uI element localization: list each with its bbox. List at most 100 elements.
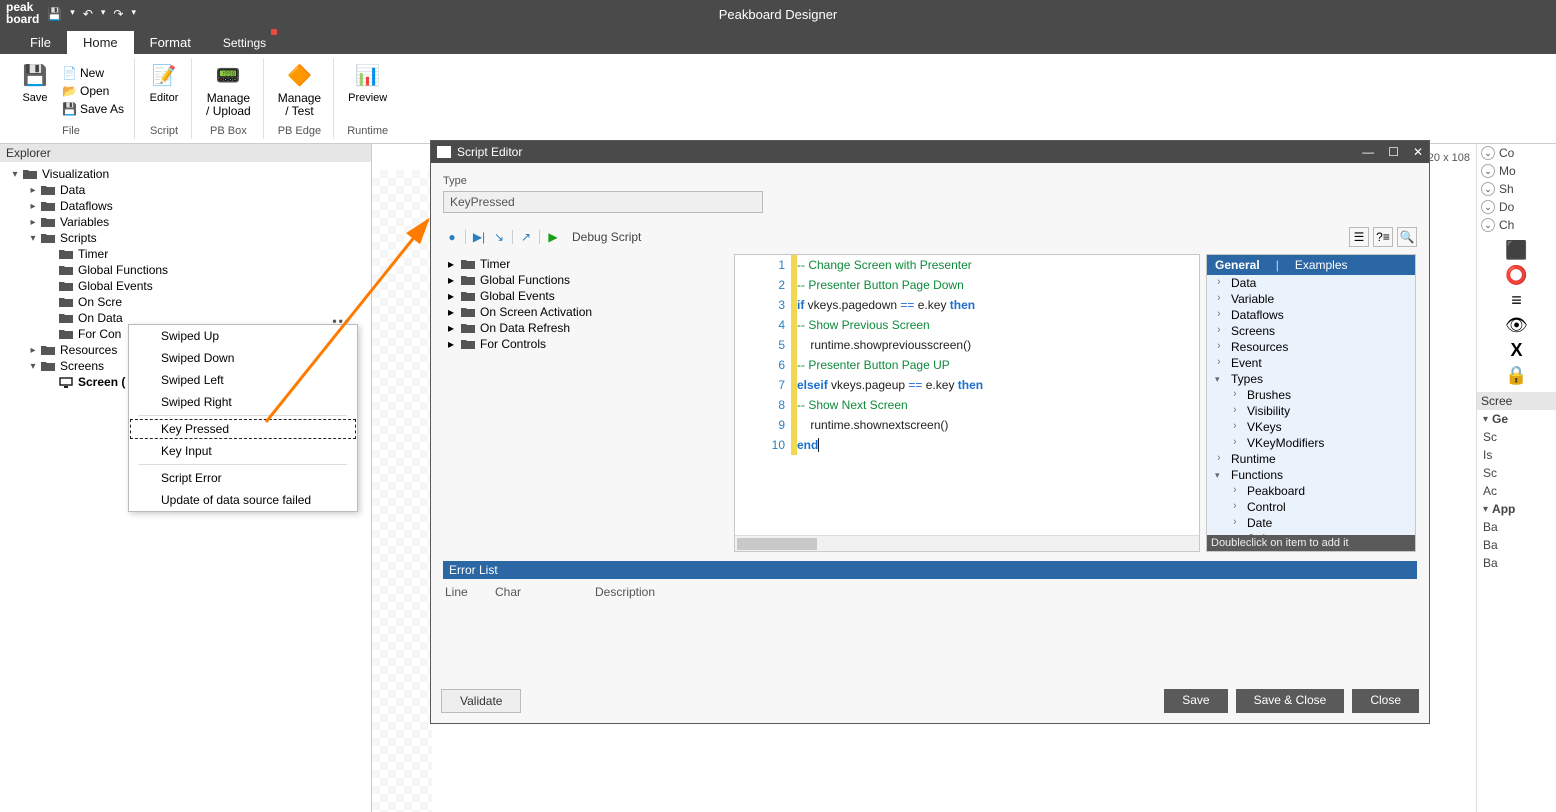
help-tree[interactable]: DataVariableDataflowsScreensResourcesEve… [1207, 275, 1415, 535]
help-tree-item[interactable]: Variable [1207, 291, 1415, 307]
circle-icon[interactable]: ⭕ [1477, 263, 1556, 288]
script-tree[interactable]: ▸Timer▸Global Functions▸Global Events▸On… [444, 254, 734, 552]
dropdown-icon[interactable]: ▾ [131, 7, 136, 21]
save-icon[interactable]: 💾 [47, 7, 62, 21]
dialog-titlebar[interactable]: Script Editor — ☐ ✕ [431, 141, 1429, 163]
manage-test-button[interactable]: 🔶 Manage/ Test [274, 58, 325, 123]
property-row[interactable]: Ba [1477, 554, 1556, 572]
help-tree-item[interactable]: Runtime [1207, 451, 1415, 467]
accordion-header[interactable]: ⌄Do [1477, 198, 1556, 216]
tree-item[interactable]: ▸Variables [2, 214, 369, 230]
accordion-header[interactable]: ⌄Mo [1477, 162, 1556, 180]
context-menu-item[interactable]: Swiped Left [129, 369, 357, 391]
property-row[interactable]: Ba [1477, 536, 1556, 554]
context-menu[interactable]: ••• Swiped UpSwiped DownSwiped LeftSwipe… [128, 324, 358, 512]
redo-icon[interactable]: ↷ [113, 7, 123, 21]
saveas-button[interactable]: 💾Save As [60, 101, 126, 117]
close-button[interactable]: Close [1352, 689, 1419, 713]
help-tree-item[interactable]: VKeys [1207, 419, 1415, 435]
run-icon[interactable]: ▶ [544, 228, 562, 246]
help-tree-item[interactable]: Visibility [1207, 403, 1415, 419]
step-into-icon[interactable]: ↘ [490, 228, 508, 246]
dropdown-icon[interactable]: ▾ [70, 7, 75, 21]
tab-settings[interactable]: Settings [207, 31, 282, 54]
help-tree-item[interactable]: Resources [1207, 339, 1415, 355]
tree-item[interactable]: Global Events [2, 278, 369, 294]
save-button[interactable]: 💾 Save [16, 58, 54, 123]
help-tree-item[interactable]: Data [1207, 275, 1415, 291]
tree-item[interactable]: Global Functions [2, 262, 369, 278]
context-menu-item[interactable]: Key Input [129, 440, 357, 462]
help-tree-item[interactable]: Event [1207, 355, 1415, 371]
step-over-icon[interactable]: ▶| [470, 228, 488, 246]
tree-item[interactable]: Timer [2, 246, 369, 262]
code-lines[interactable]: -- Change Screen with Presenter-- Presen… [797, 255, 1199, 551]
property-row[interactable]: Ba [1477, 518, 1556, 536]
property-row[interactable]: Ac [1477, 482, 1556, 500]
script-tree-item[interactable]: ▸On Screen Activation [448, 304, 730, 320]
script-tree-item[interactable]: ▸Global Functions [448, 272, 730, 288]
help-tree-item[interactable]: Peakboard [1207, 483, 1415, 499]
layers-icon[interactable]: ≡ [1477, 288, 1556, 313]
property-row[interactable]: Sc [1477, 428, 1556, 446]
script-tree-item[interactable]: ▸Timer [448, 256, 730, 272]
view-help-icon[interactable]: ?≡ [1373, 227, 1393, 247]
context-menu-item[interactable]: Swiped Right [129, 391, 357, 413]
save-button[interactable]: Save [1164, 689, 1227, 713]
property-row[interactable]: Sc [1477, 464, 1556, 482]
tree-item[interactable]: ▾Visualization [2, 166, 369, 182]
open-button[interactable]: 📂Open [60, 83, 126, 99]
context-menu-item[interactable]: Swiped Down [129, 347, 357, 369]
help-tree-item[interactable]: Brushes [1207, 387, 1415, 403]
help-tree-item[interactable]: Types [1207, 371, 1415, 387]
context-menu-item[interactable]: Swiped Up [129, 325, 357, 347]
search-icon[interactable]: 🔍 [1397, 227, 1417, 247]
script-tree-item[interactable]: ▸Global Events [448, 288, 730, 304]
undo-icon[interactable]: ↶ [83, 7, 93, 21]
h-scrollbar[interactable] [735, 535, 1199, 551]
manage-upload-button[interactable]: 📟 Manage/ Upload [202, 58, 255, 123]
script-tree-item[interactable]: ▸For Controls [448, 336, 730, 352]
tab-format[interactable]: Format [134, 31, 207, 54]
help-tree-item[interactable]: Control [1207, 499, 1415, 515]
help-tree-item[interactable]: String [1207, 531, 1415, 535]
context-menu-item[interactable]: Update of data source failed [129, 489, 357, 511]
script-tree-item[interactable]: ▸On Data Refresh [448, 320, 730, 336]
help-tree-item[interactable]: Dataflows [1207, 307, 1415, 323]
property-row[interactable]: Is [1477, 446, 1556, 464]
tree-item[interactable]: ▸Data [2, 182, 369, 198]
minimize-icon[interactable]: — [1362, 145, 1374, 159]
tree-item[interactable]: On Scre [2, 294, 369, 310]
help-tree-item[interactable]: Date [1207, 515, 1415, 531]
editor-button[interactable]: 📝 Editor [145, 58, 183, 123]
type-field[interactable] [443, 191, 763, 213]
breakpoint-icon[interactable]: ● [443, 228, 461, 246]
tab-file[interactable]: File [14, 31, 67, 54]
view-list-icon[interactable]: ☰ [1349, 227, 1369, 247]
scrollbar-thumb[interactable] [737, 538, 817, 550]
tree-item[interactable]: ▾Scripts [2, 230, 369, 246]
close-icon[interactable]: ✕ [1413, 145, 1423, 159]
new-button[interactable]: 📄New [60, 65, 126, 81]
accordion-header[interactable]: ⌄Co [1477, 144, 1556, 162]
validate-button[interactable]: Validate [441, 689, 521, 713]
help-tree-item[interactable]: VKeyModifiers [1207, 435, 1415, 451]
tab-home[interactable]: Home [67, 31, 134, 54]
tab-examples[interactable]: Examples [1287, 255, 1356, 275]
preview-button[interactable]: 📊 Preview [344, 58, 391, 123]
save-close-button[interactable]: Save & Close [1236, 689, 1345, 713]
step-out-icon[interactable]: ↗ [517, 228, 535, 246]
help-tree-item[interactable]: Screens [1207, 323, 1415, 339]
tab-general[interactable]: General [1207, 255, 1268, 275]
accordion-header[interactable]: ⌄Sh [1477, 180, 1556, 198]
tree-item[interactable]: ▸Dataflows [2, 198, 369, 214]
eye-icon[interactable]: 👁 [1477, 313, 1556, 338]
dropdown-icon[interactable]: ▾ [101, 7, 106, 21]
accordion-header[interactable]: ⌄Ch [1477, 216, 1556, 234]
lock-icon[interactable]: 🔒 [1477, 363, 1556, 388]
maximize-icon[interactable]: ☐ [1388, 145, 1399, 159]
x-icon[interactable]: X [1477, 338, 1556, 363]
context-menu-item[interactable]: Script Error [129, 467, 357, 489]
context-menu-item[interactable]: Key Pressed [129, 418, 357, 440]
help-tree-item[interactable]: Functions [1207, 467, 1415, 483]
